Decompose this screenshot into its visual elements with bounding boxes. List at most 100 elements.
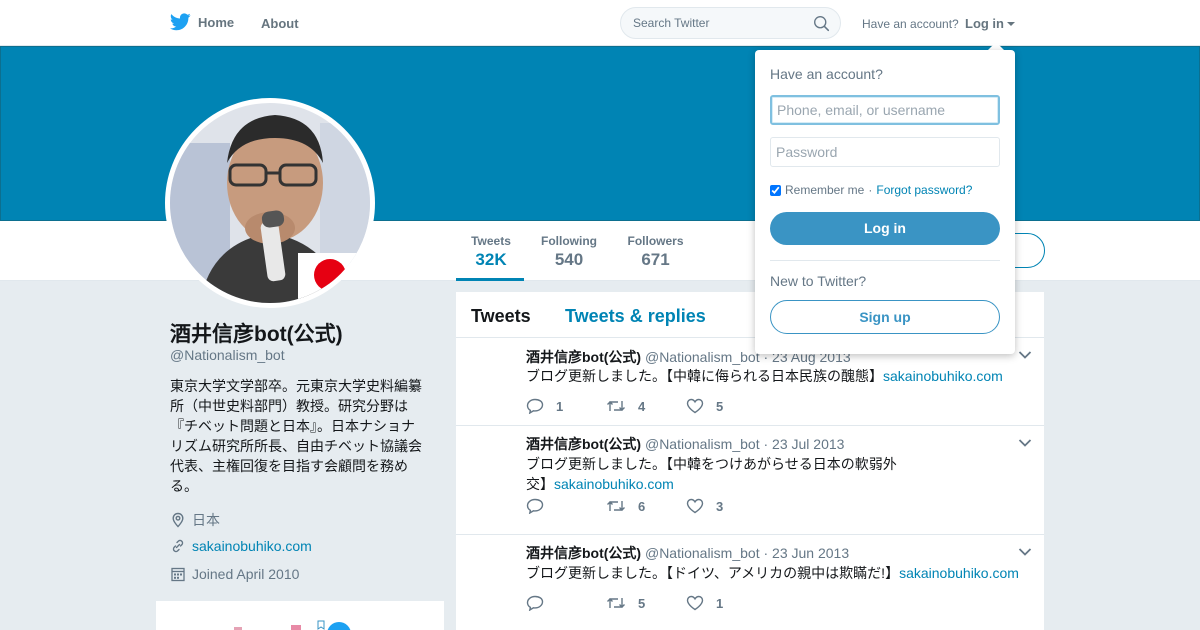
tweet-author-name[interactable]: 酒井信彦bot(公式): [526, 545, 641, 561]
tab-tweets[interactable]: Tweets: [471, 306, 531, 327]
like-button[interactable]: 3: [686, 498, 766, 514]
tweet-text-content: ブログ更新しました。【中韓に侮られる日本民族の醜態】: [526, 368, 883, 384]
calendar-icon: [171, 567, 185, 582]
chevron-down-icon[interactable]: [1018, 438, 1032, 448]
retweet-icon: [607, 598, 625, 608]
website-link[interactable]: sakainobuhiko.com: [192, 538, 312, 554]
retweet-count: 6: [638, 498, 646, 514]
retweet-button[interactable]: 6: [606, 498, 686, 514]
reply-icon: [526, 398, 544, 414]
tweet-text: ブログ更新しました。【中韓に侮られる日本民族の醜態】sakainobuhiko.…: [526, 366, 1031, 386]
dropdown-title: Have an account?: [770, 66, 883, 82]
tweet-link[interactable]: sakainobuhiko.com: [899, 565, 1019, 581]
tweet-date[interactable]: · 23 Jun 2013: [763, 545, 849, 561]
stat-label: Tweets: [471, 234, 511, 248]
tweet-date[interactable]: · 23 Jul 2013: [763, 436, 844, 452]
tweet-author-handle[interactable]: @Nationalism_bot: [645, 545, 760, 561]
stat-tweets[interactable]: Tweets 32K: [470, 234, 512, 270]
chevron-down-icon[interactable]: [1018, 350, 1032, 360]
chevron-down-icon[interactable]: [1018, 547, 1032, 557]
remember-me-label[interactable]: Remember me: [785, 183, 864, 197]
heart-icon: [686, 498, 704, 514]
tweet-actions: 5 1: [526, 595, 766, 611]
reply-icon: [526, 498, 544, 514]
photos-card: [156, 601, 444, 630]
profile-website[interactable]: sakainobuhiko.com: [170, 538, 312, 554]
caret-down-icon: [1007, 22, 1015, 26]
like-count: 3: [716, 498, 724, 514]
stat-followers[interactable]: Followers 671: [627, 234, 684, 270]
new-to-twitter-text: New to Twitter?: [770, 273, 867, 289]
like-count: 5: [716, 398, 724, 414]
login-button[interactable]: Log in: [770, 212, 1000, 245]
profile-location: 日本: [170, 510, 220, 530]
search-input[interactable]: Search Twitter: [620, 7, 841, 39]
login-dropdown-toggle[interactable]: Log in: [965, 16, 1015, 31]
heart-icon: [686, 398, 704, 414]
profile-name[interactable]: 酒井信彦bot(公式): [170, 318, 343, 348]
heart-icon: [686, 595, 704, 611]
tweet-item[interactable]: 酒井信彦bot(公式) @Nationalism_bot · 23 Jun 20…: [456, 535, 1044, 630]
stat-value: 32K: [475, 250, 507, 269]
like-button[interactable]: 1: [686, 595, 766, 611]
joined-text: Joined April 2010: [192, 566, 300, 582]
nav-home-link[interactable]: Home: [170, 13, 234, 31]
tweet-author-name[interactable]: 酒井信彦bot(公式): [526, 436, 641, 452]
twitter-bird-icon: [170, 13, 191, 31]
photos-preview: [234, 620, 351, 630]
username-field[interactable]: [770, 95, 1000, 125]
retweet-count: 4: [638, 398, 646, 414]
remember-me-row: Remember me · Forgot password?: [770, 183, 972, 197]
separator-dot: ·: [868, 183, 873, 197]
location-text: 日本: [192, 512, 220, 528]
password-field[interactable]: [770, 137, 1000, 167]
profile-avatar[interactable]: [165, 98, 375, 308]
active-stat-underline: [456, 278, 524, 281]
dropdown-arrow: [988, 42, 1004, 50]
tweet-item[interactable]: 酒井信彦bot(公式) @Nationalism_bot · 23 Jul 20…: [456, 426, 1044, 535]
tweet-header: 酒井信彦bot(公式) @Nationalism_bot · 23 Jul 20…: [526, 434, 844, 454]
like-button[interactable]: 5: [686, 398, 766, 414]
retweet-button[interactable]: 5: [606, 595, 686, 611]
retweet-icon: [607, 401, 625, 411]
forgot-password-link[interactable]: Forgot password?: [876, 183, 972, 197]
profile-bio: 東京大学文学部卒。元東京大学史料編纂所（中世史料部門）教授。研究分野は『チベット…: [170, 378, 422, 494]
tab-tweets-and-replies[interactable]: Tweets & replies: [565, 306, 706, 327]
nav-about-link[interactable]: About: [261, 16, 299, 31]
retweet-button[interactable]: 4: [606, 398, 686, 414]
login-dropdown: Have an account? Remember me · Forgot pa…: [755, 50, 1015, 354]
link-icon: [172, 539, 184, 553]
profile-joined: Joined April 2010: [170, 566, 299, 582]
tweet-author-name[interactable]: 酒井信彦bot(公式): [526, 349, 641, 365]
stat-following[interactable]: Following 540: [541, 234, 597, 270]
stat-label: Followers: [627, 234, 684, 248]
tweet-header: 酒井信彦bot(公式) @Nationalism_bot · 23 Jun 20…: [526, 543, 849, 563]
tweet-author-handle[interactable]: @Nationalism_bot: [645, 436, 760, 452]
stat-value: 540: [554, 250, 584, 269]
reply-button[interactable]: 1: [526, 398, 606, 414]
signup-button[interactable]: Sign up: [770, 300, 1000, 334]
have-account-text: Have an account?: [862, 17, 959, 31]
location-pin-icon: [172, 512, 184, 528]
tweet-actions: 6 3: [526, 498, 766, 514]
tweet-text: ブログ更新しました。【中韓をつけあがらせる日本の軟弱外交】sakainobuhi…: [526, 454, 911, 494]
reply-button[interactable]: [526, 498, 606, 514]
tweet-link[interactable]: sakainobuhiko.com: [554, 476, 674, 492]
nav-home-label: Home: [198, 14, 235, 30]
reply-button[interactable]: [526, 595, 606, 611]
search-icon[interactable]: [813, 15, 830, 32]
tweet-text: ブログ更新しました。【ドイツ、アメリカの親中は欺瞞だ!】sakainobuhik…: [526, 563, 1031, 583]
stat-label: Following: [541, 234, 597, 248]
stat-value: 671: [641, 250, 670, 269]
reply-count: 1: [556, 398, 564, 414]
tweet-actions: 1 4 5: [526, 398, 766, 414]
avatar-photo: [170, 103, 370, 303]
tweet-link[interactable]: sakainobuhiko.com: [883, 368, 1003, 384]
dropdown-divider: [770, 260, 1000, 261]
remember-me-checkbox[interactable]: [770, 184, 781, 196]
search-placeholder: Search Twitter: [633, 16, 710, 30]
tweet-author-handle[interactable]: @Nationalism_bot: [645, 349, 760, 365]
tweet-text-content: ブログ更新しました。【ドイツ、アメリカの親中は欺瞞だ!】: [526, 565, 900, 581]
profile-handle[interactable]: @Nationalism_bot: [170, 347, 285, 363]
login-toggle-label: Log in: [965, 16, 1004, 31]
